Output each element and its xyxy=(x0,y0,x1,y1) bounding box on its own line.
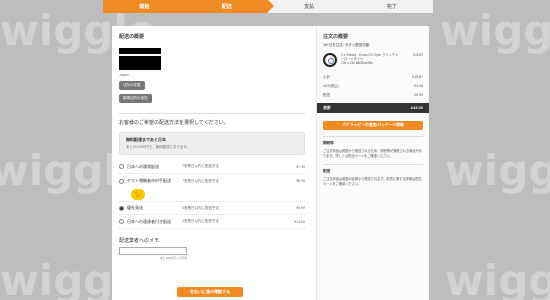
radio-button-selected[interactable] xyxy=(119,205,124,211)
notice-title: 無料配達まであと日本 xyxy=(126,137,166,142)
delivery-summary-title: 配送の概要 xyxy=(119,34,145,40)
step-label: 配送 xyxy=(221,4,232,10)
wiggle-watermark: wiggle xyxy=(445,146,550,195)
shipping-question: お客様のご希望の配送方法を選択してください。 xyxy=(119,120,229,126)
delivery-info-box: 配送 ご注文商品は英国の倉庫から発送されます。配送に関する詳細は配送ページをご確… xyxy=(323,164,423,186)
row-value: £3.06 xyxy=(414,84,423,88)
shipping-option-standard[interactable]: 日本への通常配送 7営業日以内に配送予定 ¥7.49 xyxy=(119,160,305,174)
option-eta: 7営業日以内に配送予定 xyxy=(182,178,219,183)
shipping-option-express-tracked[interactable]: 日本への速達者付き配送 4営業日以内に配送予定 ¥13.00 xyxy=(119,215,305,229)
delivery-info-text: ご注文商品は英国の倉庫から発送されます。配送に関する詳細は配送ページをご確認くだ… xyxy=(323,177,422,186)
wiggle-watermark: wiggle xyxy=(440,6,550,55)
order-item: 1 x Vittoria - Corsa CX Open クリンチャーロードタイ… xyxy=(317,48,429,67)
row-label: 配送 xyxy=(323,93,330,97)
radio-button[interactable] xyxy=(119,219,124,224)
change-address-button[interactable]: 住所の変更 xyxy=(119,81,145,90)
yamato-cat-logo-icon: 🐈 xyxy=(131,189,145,200)
row-label: VAT(税込) xyxy=(323,84,339,88)
vat-row: VAT(税込) £3.06 xyxy=(317,82,429,91)
wiggle-watermark: wiggle xyxy=(445,256,550,300)
row-label: 小計 xyxy=(323,75,330,79)
step-label: 開始 xyxy=(139,4,150,10)
option-eta: 4営業日以内に配送予定 xyxy=(182,219,219,223)
row-value: £9.99 xyxy=(414,93,423,97)
gift-packaging-button[interactable]: パケラッピーの追加/パッケージ情報 xyxy=(323,121,423,130)
row-value: £18.87 xyxy=(412,75,423,79)
add-address-button[interactable]: 新規住所の追加 xyxy=(119,94,152,103)
courier-memo-input[interactable] xyxy=(119,247,187,255)
tire-product-icon xyxy=(323,53,337,67)
shipping-options: 日本への通常配送 7営業日以内に配送予定 ¥7.49 ヤマト運輸者市村手配送 7… xyxy=(119,160,305,229)
memo-char-count: あと100文字入力可能 xyxy=(159,256,187,260)
order-summary-title: 注文の概要 xyxy=(323,34,349,40)
step-payment: 支払 xyxy=(268,0,351,13)
shipping-option-priority[interactable]: 優先発送 3営業日以内に配送予定 ¥9.99 xyxy=(119,201,305,215)
step-start: 開始 xyxy=(103,0,191,13)
duties-title: 関税等 xyxy=(323,141,334,145)
shipping-option-yamato[interactable]: ヤマト運輸者市村手配送 7営業日以内に配送予定 ¥8.99 xyxy=(119,174,305,188)
subtotal-row: 小計 £18.87 xyxy=(317,73,429,82)
divider xyxy=(119,113,305,114)
proceed-to-payment-button[interactable]: 支払いに進み確認する xyxy=(177,287,243,297)
delivery-info-title: 配送 xyxy=(323,169,331,173)
item-variant: 700 x 23c Blk/Blue/Blk xyxy=(341,61,373,66)
step-delivery: 配送 xyxy=(185,0,274,13)
option-name: 日本への速達者付き配送 xyxy=(127,218,171,224)
option-eta: 3営業日以内に配送予定 xyxy=(182,205,219,210)
redacted-address xyxy=(119,56,161,70)
item-description: 1 x Vittoria - Corsa CX Open クリンチャーロードタイ… xyxy=(341,53,401,67)
option-price: ¥13.00 xyxy=(294,219,305,224)
duties-text: ご注文商品は英国から発送されるため、関税等が課税される場合があります。詳しくは配… xyxy=(323,149,422,158)
item-name: 1 x Vittoria - Corsa CX Open クリンチャーロードタイ… xyxy=(341,53,399,62)
option-price: ¥9.99 xyxy=(296,206,305,210)
duties-info-box: 関税等 ご注文商品は英国から発送されるため、関税等が課税される場合があります。詳… xyxy=(323,136,423,158)
radio-button[interactable] xyxy=(119,178,124,184)
total-row: 合計 £43.09 xyxy=(317,103,429,113)
order-summary: 注文の概要 16+日を注文: 今すぐ配送可能 1 x Vittoria - Co… xyxy=(316,26,429,300)
redacted-name xyxy=(119,48,161,54)
total-label: 合計 xyxy=(323,105,331,110)
delivery-row: 配送 £9.99 xyxy=(317,91,429,100)
order-summary-subtitle: 16+日を注文: 今すぐ配送可能 xyxy=(323,43,370,47)
step-complete: 完了 xyxy=(350,0,433,13)
item-price: £18.87 xyxy=(413,53,423,57)
notice-subtitle: あと¥X,XXX円で、無料配送となります。 xyxy=(126,145,191,149)
step-label: 完了 xyxy=(386,4,397,10)
option-price: ¥7.49 xyxy=(296,164,305,169)
option-name: ヤマト運輸者市村手配送 xyxy=(127,178,171,183)
step-label: 支払 xyxy=(304,4,315,10)
option-eta: 7営業日以内に配送予定 xyxy=(182,164,219,168)
delivery-main: 配送の概要 Japan 住所の変更 新規住所の追加 お客様のご希望の配送方法を選… xyxy=(112,26,312,300)
total-value: £43.09 xyxy=(410,105,423,110)
radio-button[interactable] xyxy=(119,164,124,169)
option-price: ¥8.99 xyxy=(296,179,305,183)
free-shipping-notice: 無料配達まであと日本 あと¥X,XXX円で、無料配送となります。 xyxy=(119,132,305,155)
option-name: 日本への通常配送 xyxy=(127,163,159,169)
checkout-progress: 開始 配送 支払 完了 xyxy=(103,0,433,13)
courier-memo-label: 配送業者へのメモ xyxy=(119,238,160,244)
option-name: 優先発送 xyxy=(127,205,143,210)
